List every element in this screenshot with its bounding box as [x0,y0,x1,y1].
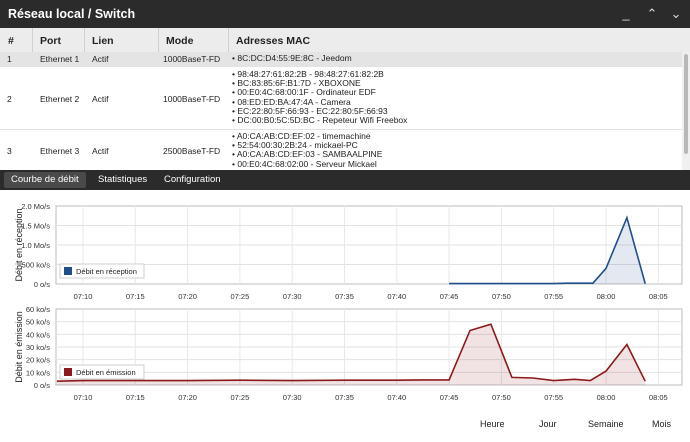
x-tick-label: 08:00 [597,393,616,402]
col-header-mode[interactable]: Mode [166,35,193,47]
period-semaine-button[interactable]: Semaine [588,419,624,429]
x-tick-label: 07:25 [231,393,250,402]
ports-table: 1 Ethernet 1 Actif 1000BaseT-FD 8C:DC:D4… [0,52,682,170]
x-tick-label: 07:35 [335,292,354,301]
y-tick-label: 30 ko/s [26,343,50,352]
cell-mode: 1000BaseT-FD [163,94,221,104]
x-tick-label: 07:10 [74,393,93,402]
x-tick-label: 07:45 [440,393,459,402]
col-header-mac[interactable]: Adresses MAC [236,35,310,47]
mac-list: A0:CA:AB:CD:EF:02 - timemachine 52:54:00… [232,131,383,169]
table-row[interactable]: 1 Ethernet 1 Actif 1000BaseT-FD 8C:DC:D4… [0,52,682,67]
x-tick-label: 07:35 [335,393,354,402]
x-tick-label: 08:00 [597,292,616,301]
x-tick-label: 07:20 [178,393,197,402]
x-tick-label: 07:15 [126,292,145,301]
x-tick-label: 07:30 [283,292,302,301]
x-tick-label: 07:45 [440,292,459,301]
x-tick-label: 08:05 [649,393,668,402]
x-tick-label: 08:05 [649,292,668,301]
cell-lien: Actif [92,146,109,156]
y-tick-label: 1.5 Mo/s [21,222,50,231]
x-tick-label: 07:55 [544,393,563,402]
chart-rx: 0 o/s 500 ko/s 1.0 Mo/s 1.5 Mo/s 2.0 Mo/s 07:… [14,202,683,301]
y-axis-label: Débit en réception [14,208,24,281]
tab-courbe-de-debit[interactable]: Courbe de débit [4,172,86,188]
scrollbar-thumb[interactable] [684,54,688,154]
cell-mode: 2500BaseT-FD [163,146,221,156]
expand-down-button[interactable]: ⌄ [666,4,686,24]
table-header: # Port Lien Mode Adresses MAC [0,28,690,53]
cell-num: 2 [7,94,12,104]
table-row[interactable]: 2 Ethernet 2 Actif 1000BaseT-FD 98:48:27… [0,67,682,130]
tab-configuration[interactable]: Configuration [157,172,228,188]
cell-mode: 1000BaseT-FD [163,54,221,64]
y-tick-label: 40 ko/s [26,330,50,339]
mac-entry: 00:E0:4C:68:02:00 - Serveur Mickael [232,159,382,169]
legend-swatch [64,368,72,376]
y-tick-label: 50 ko/s [26,318,50,327]
cell-num: 3 [7,146,12,156]
y-tick-label: 2.0 Mo/s [21,202,50,211]
y-tick-label: 0 o/s [34,381,51,390]
period-heure-button[interactable]: Heure [480,419,505,429]
window-title: Réseau local / Switch [8,7,136,21]
y-tick-label: 500 ko/s [22,261,51,270]
throughput-charts: 0 o/s 500 ko/s 1.0 Mo/s 1.5 Mo/s 2.0 Mo/s 07:… [14,202,683,402]
x-tick-label: 07:30 [283,393,302,402]
x-tick-label: 07:50 [492,292,511,301]
mac-entry: DC:00:B0:5C:5D:BC - Repeteur Wifi Freebo… [232,115,407,125]
cell-lien: Actif [92,54,109,64]
tab-bar: Courbe de débit Statistiques Configurati… [0,170,690,190]
y-tick-label: 1.0 Mo/s [21,241,50,250]
cell-port: Ethernet 1 [40,54,80,64]
legend-label: Débit en réception [76,267,137,276]
y-tick-label: 60 ko/s [26,305,50,314]
y-tick-label: 10 ko/s [26,368,50,377]
tab-statistiques[interactable]: Statistiques [91,172,154,188]
y-tick-label: 20 ko/s [26,356,50,365]
x-tick-label: 07:25 [231,292,250,301]
col-header-port[interactable]: Port [40,35,61,47]
mac-list: 98:48:27:61:82:2B - 98:48:27:61:82:2B BC… [232,69,407,125]
mac-entry: 8C:DC:D4:55:9E:8C - Jeedom [232,53,351,63]
x-tick-label: 07:40 [387,292,406,301]
x-tick-label: 07:10 [74,292,93,301]
x-tick-label: 07:50 [492,393,511,402]
cell-num: 1 [7,54,12,64]
period-mois-button[interactable]: Mois [652,419,671,429]
x-tick-label: 07:20 [178,292,197,301]
y-axis-label: Débit en émission [14,311,24,383]
y-tick-label: 0 o/s [34,280,51,289]
legend-label: Débit en émission [76,368,136,377]
cell-lien: Actif [92,94,109,104]
expand-up-button[interactable]: ⌃ [642,4,662,24]
table-scrollbar[interactable] [682,52,690,170]
window-titlebar: Réseau local / Switch _ ⌃ ⌄ [0,0,690,28]
charts-panel: 0 o/s 500 ko/s 1.0 Mo/s 1.5 Mo/s 2.0 Mo/s 07:… [0,190,690,442]
cell-port: Ethernet 3 [40,146,80,156]
legend-swatch [64,267,72,275]
chart-tx: 0 o/s 10 ko/s 20 ko/s 30 ko/s 40 ko/s 50 ko/s… [14,305,683,402]
x-tick-label: 07:15 [126,393,145,402]
table-row[interactable]: 3 Ethernet 3 Actif 2500BaseT-FD A0:CA:AB… [0,130,682,170]
period-jour-button[interactable]: Jour [539,419,557,429]
x-tick-label: 07:40 [387,393,406,402]
col-header-num[interactable]: # [8,35,14,47]
minimize-button[interactable]: _ [616,4,636,24]
col-header-lien[interactable]: Lien [92,35,114,47]
mac-list: 8C:DC:D4:55:9E:8C - Jeedom [232,53,351,63]
x-tick-label: 07:55 [544,292,563,301]
cell-port: Ethernet 2 [40,94,80,104]
